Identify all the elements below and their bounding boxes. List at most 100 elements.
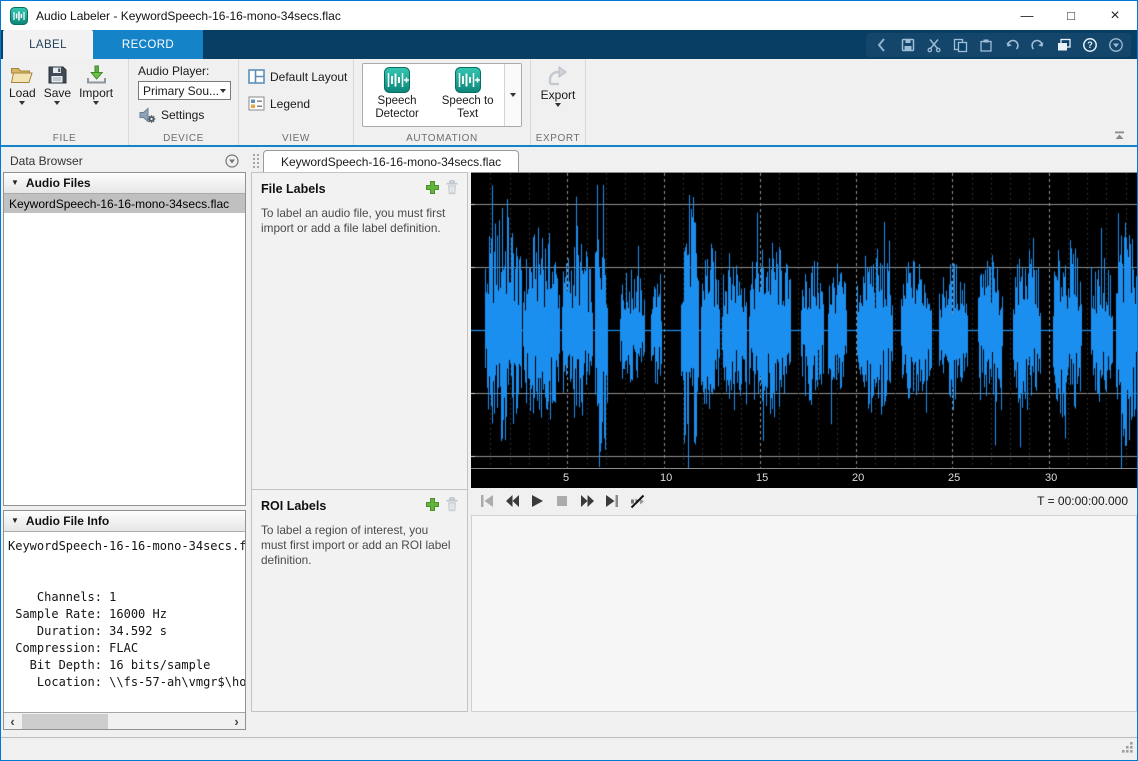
legend-icon <box>248 96 265 111</box>
scrollbar-thumb[interactable] <box>22 714 108 729</box>
status-bar <box>1 737 1137 760</box>
svg-text:?: ? <box>1087 40 1093 50</box>
roi-labels-title: ROI Labels <box>261 499 326 513</box>
window-title: Audio Labeler - KeywordSpeech-16-16-mono… <box>36 9 341 23</box>
qat-redo-button[interactable] <box>1025 34 1050 56</box>
x-tick-label: 20 <box>852 472 864 484</box>
info-horizontal-scrollbar[interactable]: ‹ › <box>4 712 245 729</box>
x-tick-label: 25 <box>948 472 960 484</box>
quick-access-toolbar: ? <box>866 33 1131 57</box>
section-label-view: VIEW <box>239 133 353 144</box>
collapse-ribbon-button[interactable] <box>1111 129 1127 141</box>
file-labels-hint: To label an audio file, you must first i… <box>252 202 467 236</box>
settings-button[interactable]: Settings <box>138 107 238 123</box>
speech-detector-icon <box>384 67 410 93</box>
gallery-dropdown-button[interactable] <box>504 64 521 126</box>
audio-file-info-box: ▼ Audio File Info KeywordSpeech-16-16-mo… <box>3 510 246 730</box>
qat-dropdown-icon[interactable] <box>1103 34 1128 56</box>
skip-to-end-button[interactable] <box>603 492 621 510</box>
audio-file-list-item[interactable]: KeywordSpeech-16-16-mono-34secs.flac <box>4 194 245 213</box>
default-layout-button[interactable]: Default Layout <box>248 69 353 84</box>
roi-display-area <box>471 515 1137 712</box>
speaker-gear-icon <box>138 107 156 123</box>
file-labels-title: File Labels <box>261 182 326 196</box>
audio-device-select[interactable]: Primary Sou... <box>138 81 231 100</box>
export-button[interactable]: Export <box>541 59 576 131</box>
playback-time-display: T = 00:00:00.000 <box>1037 494 1137 508</box>
panel-options-icon[interactable] <box>225 154 239 168</box>
layout-grid-icon <box>248 69 265 84</box>
audio-files-header[interactable]: ▼ Audio Files <box>4 173 245 194</box>
save-button[interactable]: Save <box>44 59 71 131</box>
open-folder-icon <box>10 65 34 85</box>
document-tab-strip: KeywordSpeech-16-16-mono-34secs.flac <box>251 149 1137 172</box>
qat-help-button[interactable]: ? <box>1077 34 1102 56</box>
tab-record[interactable]: RECORD <box>93 30 203 59</box>
section-label-device: DEVICE <box>129 133 238 144</box>
x-tick-label: 5 <box>563 472 569 484</box>
fast-forward-button[interactable] <box>578 492 596 510</box>
roi-labels-hint: To label a region of interest, you must … <box>252 519 467 568</box>
qat-overflow-icon[interactable] <box>869 34 894 56</box>
tab-label[interactable]: LABEL <box>3 30 93 59</box>
close-button[interactable]: × <box>1093 1 1137 30</box>
scroll-left-icon[interactable]: ‹ <box>4 714 21 729</box>
section-label-automation: AUTOMATION <box>354 133 530 144</box>
x-tick-label: 15 <box>756 472 768 484</box>
qat-undo-button[interactable] <box>999 34 1024 56</box>
qat-window-layout-button[interactable] <box>1051 34 1076 56</box>
dropdown-arrow-icon <box>54 101 60 105</box>
audio-file-info-header[interactable]: ▼ Audio File Info <box>4 511 245 532</box>
speech-to-text-button[interactable]: Speech to Text <box>431 64 504 126</box>
speech-detector-button[interactable]: Speech Detector <box>363 64 431 126</box>
audio-file-info-text: KeywordSpeech-16-16-mono-34secs.fl Chann… <box>4 532 245 691</box>
floppy-save-icon <box>46 65 68 85</box>
minimize-button[interactable]: — <box>1005 1 1049 30</box>
qat-copy-button[interactable] <box>947 34 972 56</box>
autoscroll-off-button[interactable] <box>628 492 646 510</box>
title-bar: Audio Labeler - KeywordSpeech-16-16-mono… <box>1 1 1137 30</box>
collapse-ribbon-icon <box>1114 131 1125 140</box>
x-tick-label: 30 <box>1045 472 1057 484</box>
document-tab[interactable]: KeywordSpeech-16-16-mono-34secs.flac <box>263 150 519 172</box>
file-labels-panel: File Labels To label an audio file, you … <box>251 172 468 506</box>
rewind-button[interactable] <box>503 492 521 510</box>
speech-to-text-icon <box>455 67 481 93</box>
qat-paste-button[interactable] <box>973 34 998 56</box>
section-label-export: EXPORT <box>531 133 585 144</box>
dropdown-arrow-icon <box>19 101 25 105</box>
playback-toolbar: T = 00:00:00.000 <box>471 489 1137 513</box>
resize-grip[interactable] <box>1121 741 1134 757</box>
time-axis: 51015202530 <box>471 468 1137 488</box>
delete-roi-label-button[interactable] <box>445 497 459 515</box>
add-roi-label-button[interactable] <box>425 497 440 515</box>
data-browser-panel: Data Browser ▼ Audio Files KeywordSpeech… <box>3 150 246 730</box>
import-arrow-icon <box>85 65 108 85</box>
delete-file-label-button[interactable] <box>445 180 459 198</box>
section-label-file: FILE <box>1 133 128 144</box>
ribbon-toolstrip: Load Save Import FILE Audio Player: Prim… <box>1 59 1137 147</box>
load-button[interactable]: Load <box>9 59 36 131</box>
dropdown-arrow-icon <box>220 89 226 93</box>
qat-cut-button[interactable] <box>921 34 946 56</box>
waveform-plot[interactable] <box>471 173 1137 468</box>
play-button[interactable] <box>528 492 546 510</box>
app-window: Audio Labeler - KeywordSpeech-16-16-mono… <box>0 0 1138 761</box>
skip-to-start-button[interactable] <box>478 492 496 510</box>
tab-strip-grip[interactable] <box>252 153 259 169</box>
scroll-right-icon[interactable]: › <box>228 714 245 729</box>
audio-files-box: ▼ Audio Files KeywordSpeech-16-16-mono-3… <box>3 172 246 506</box>
document-area: KeywordSpeech-16-16-mono-34secs.flac Fil… <box>251 149 1137 737</box>
dropdown-arrow-icon <box>510 93 516 97</box>
app-icon <box>10 7 28 25</box>
add-file-label-button[interactable] <box>425 180 440 198</box>
qat-save-button[interactable] <box>895 34 920 56</box>
legend-button[interactable]: Legend <box>248 96 353 111</box>
audio-player-label: Audio Player: <box>138 64 238 78</box>
stop-button[interactable] <box>553 492 571 510</box>
import-button[interactable]: Import <box>79 59 113 131</box>
dropdown-arrow-icon <box>555 103 561 107</box>
maximize-button[interactable]: □ <box>1049 1 1093 30</box>
roi-labels-panel: ROI Labels To label a region of interest… <box>251 489 468 712</box>
export-arrow-icon <box>546 65 570 87</box>
